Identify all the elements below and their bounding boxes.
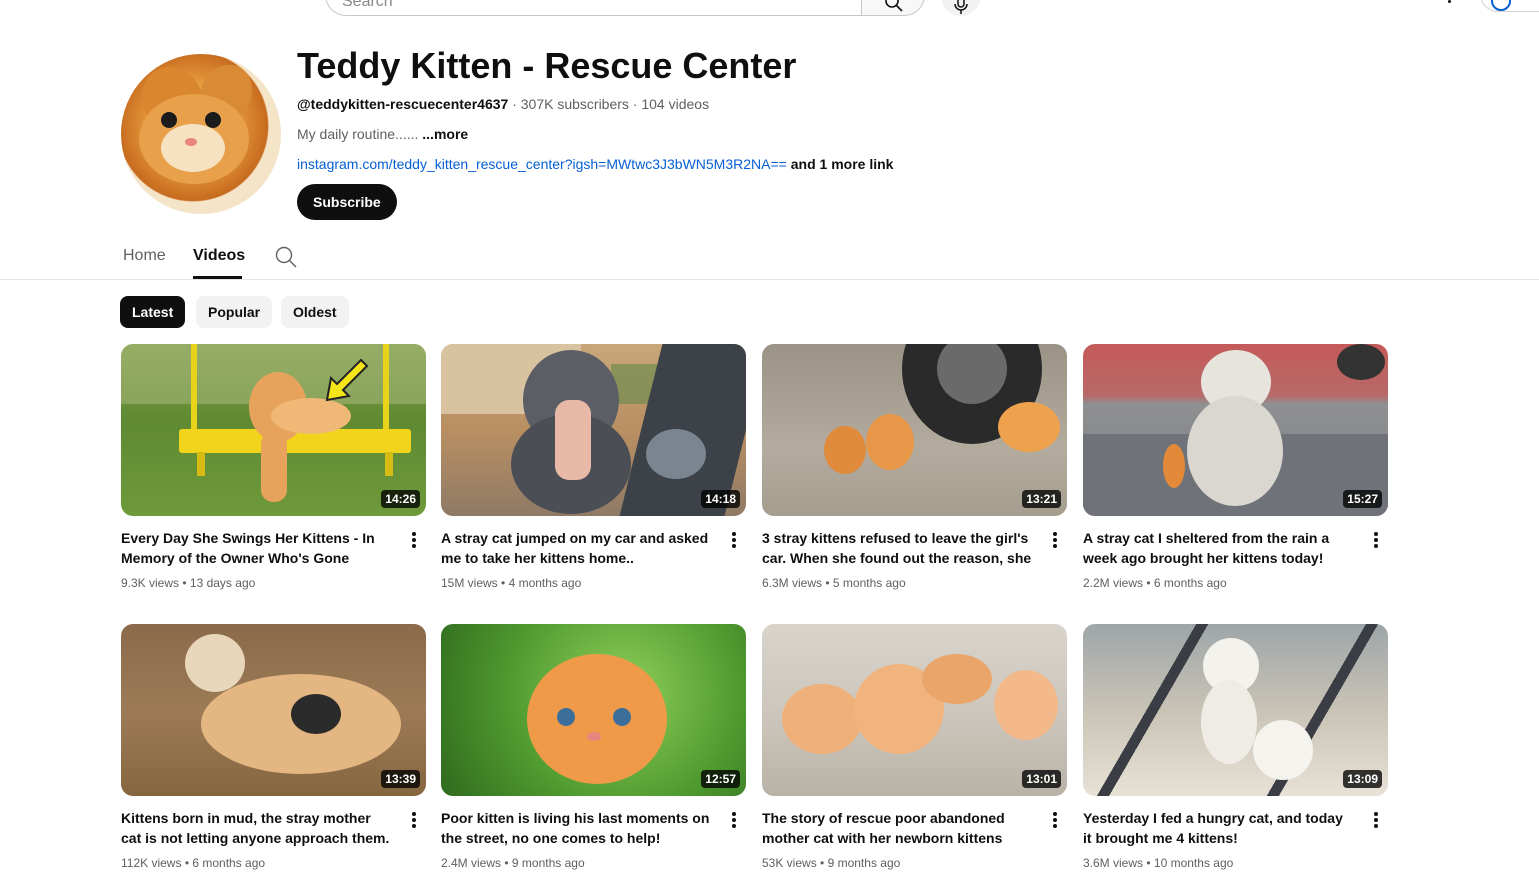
video-title[interactable]: Every Day She Swings Her Kittens - In Me…	[121, 528, 393, 568]
video-duration: 13:39	[381, 770, 420, 788]
channel-links: instagram.com/teddy_kitten_rescue_center…	[297, 154, 893, 174]
video-title[interactable]: Yesterday I fed a hungry cat, and today …	[1083, 808, 1355, 848]
video-views: 6.3M views	[762, 576, 823, 590]
search-icon	[275, 246, 297, 268]
video-age: 6 months ago	[192, 856, 266, 870]
search-icon	[885, 0, 903, 12]
video-meta: 53K views • 9 months ago	[762, 856, 901, 870]
video-duration: 15:27	[1343, 490, 1382, 508]
account-icon	[1491, 0, 1511, 11]
sign-in-button[interactable]	[1480, 0, 1539, 12]
video-menu-button[interactable]	[731, 532, 737, 548]
video-duration: 14:18	[701, 490, 740, 508]
video-age: 10 months ago	[1153, 856, 1234, 870]
channel-stats: · 307K subscribers · 104 videos	[512, 96, 710, 112]
video-card[interactable]: 13:09 Yesterday I fed a hungry cat, and …	[1083, 624, 1388, 870]
voice-search-button[interactable]	[941, 0, 981, 16]
video-title[interactable]: 3 stray kittens refused to leave the gir…	[762, 528, 1034, 568]
search-button[interactable]	[861, 0, 925, 16]
channel-search-button[interactable]	[275, 246, 297, 273]
video-thumbnail[interactable]: 15:27	[1083, 344, 1388, 516]
video-card[interactable]: 15:27 A stray cat I sheltered from the r…	[1083, 344, 1388, 590]
video-meta: 2.4M views • 9 months ago	[441, 856, 585, 870]
chip-oldest[interactable]: Oldest	[281, 296, 349, 328]
video-card[interactable]: 13:21 3 stray kittens refused to leave t…	[762, 344, 1067, 590]
video-thumbnail[interactable]: 13:39	[121, 624, 426, 796]
channel-avatar	[121, 54, 281, 214]
video-title[interactable]: A stray cat jumped on my car and asked m…	[441, 528, 713, 568]
video-age: 4 months ago	[508, 576, 582, 590]
video-thumbnail[interactable]: 14:26	[121, 344, 426, 516]
description-more-link[interactable]: ...more	[422, 126, 468, 142]
video-thumbnail[interactable]: 13:01	[762, 624, 1067, 796]
video-menu-button[interactable]	[411, 812, 417, 828]
video-age: 5 months ago	[832, 576, 906, 590]
channel-handle: @teddykitten-rescuecenter4637	[297, 96, 509, 112]
video-meta: 112K views • 6 months ago	[121, 856, 266, 870]
description-text: My daily routine......	[297, 126, 419, 142]
video-duration: 13:21	[1022, 490, 1061, 508]
video-title[interactable]: Poor kitten is living his last moments o…	[441, 808, 713, 848]
video-card[interactable]: 13:01 The story of rescue poor abandoned…	[762, 624, 1067, 870]
video-card[interactable]: 13:39 Kittens born in mud, the stray mot…	[121, 624, 426, 870]
video-age: 9 months ago	[827, 856, 901, 870]
video-menu-button[interactable]	[1052, 812, 1058, 828]
video-views: 3.6M views	[1083, 856, 1144, 870]
video-menu-button[interactable]	[411, 532, 417, 548]
video-thumbnail[interactable]: 14:18	[441, 344, 746, 516]
video-title[interactable]: Kittens born in mud, the stray mother ca…	[121, 808, 393, 848]
video-menu-button[interactable]	[1052, 532, 1058, 548]
video-duration: 13:01	[1022, 770, 1061, 788]
video-thumbnail[interactable]: 13:21	[762, 344, 1067, 516]
video-card[interactable]: 14:26 Every Day She Swings Her Kittens -…	[121, 344, 426, 590]
more-links-button[interactable]: and 1 more link	[791, 156, 894, 172]
video-menu-button[interactable]	[1373, 532, 1379, 548]
video-views: 2.2M views	[1083, 576, 1144, 590]
video-meta: 15M views • 4 months ago	[441, 576, 582, 590]
microphone-icon	[954, 0, 968, 14]
video-meta: 9.3K views • 13 days ago	[121, 576, 256, 590]
video-views: 9.3K views	[121, 576, 180, 590]
instagram-link[interactable]: instagram.com/teddy_kitten_rescue_center…	[297, 156, 787, 172]
chip-latest[interactable]: Latest	[120, 296, 186, 328]
video-card[interactable]: 12:57 Poor kitten is living his last mom…	[441, 624, 746, 870]
tabs-divider	[0, 279, 1539, 280]
video-age: 13 days ago	[189, 576, 256, 590]
video-age: 9 months ago	[511, 856, 585, 870]
video-thumbnail[interactable]: 13:09	[1083, 624, 1388, 796]
video-title[interactable]: A stray cat I sheltered from the rain a …	[1083, 528, 1355, 568]
video-meta: 2.2M views • 6 months ago	[1083, 576, 1227, 590]
tab-videos[interactable]: Videos	[193, 244, 245, 268]
video-duration: 13:09	[1343, 770, 1382, 788]
search-input[interactable]: Search	[325, 0, 862, 16]
video-card[interactable]: 14:18 A stray cat jumped on my car and a…	[441, 344, 746, 590]
channel-description[interactable]: My daily routine...... ...more	[297, 124, 468, 144]
video-meta: 3.6M views • 10 months ago	[1083, 856, 1234, 870]
channel-meta: @teddykitten-rescuecenter4637 · 307K sub…	[297, 94, 709, 114]
subscribe-button[interactable]: Subscribe	[297, 184, 397, 220]
video-views: 112K views	[121, 856, 182, 870]
channel-title: Teddy Kitten - Rescue Center	[297, 45, 797, 86]
chip-popular[interactable]: Popular	[196, 296, 273, 328]
video-menu-button[interactable]	[1373, 812, 1379, 828]
video-views: 53K views	[762, 856, 817, 870]
video-meta: 6.3M views • 5 months ago	[762, 576, 906, 590]
tab-home[interactable]: Home	[123, 244, 166, 268]
video-duration: 14:26	[381, 490, 420, 508]
video-views: 2.4M views	[441, 856, 502, 870]
video-title[interactable]: The story of rescue poor abandoned mothe…	[762, 808, 1034, 848]
video-menu-button[interactable]	[731, 812, 737, 828]
settings-menu-button[interactable]	[1448, 0, 1454, 4]
video-views: 15M views	[441, 576, 498, 590]
video-age: 6 months ago	[1153, 576, 1227, 590]
search-placeholder: Search	[342, 0, 393, 10]
video-duration: 12:57	[701, 770, 740, 788]
video-thumbnail[interactable]: 12:57	[441, 624, 746, 796]
